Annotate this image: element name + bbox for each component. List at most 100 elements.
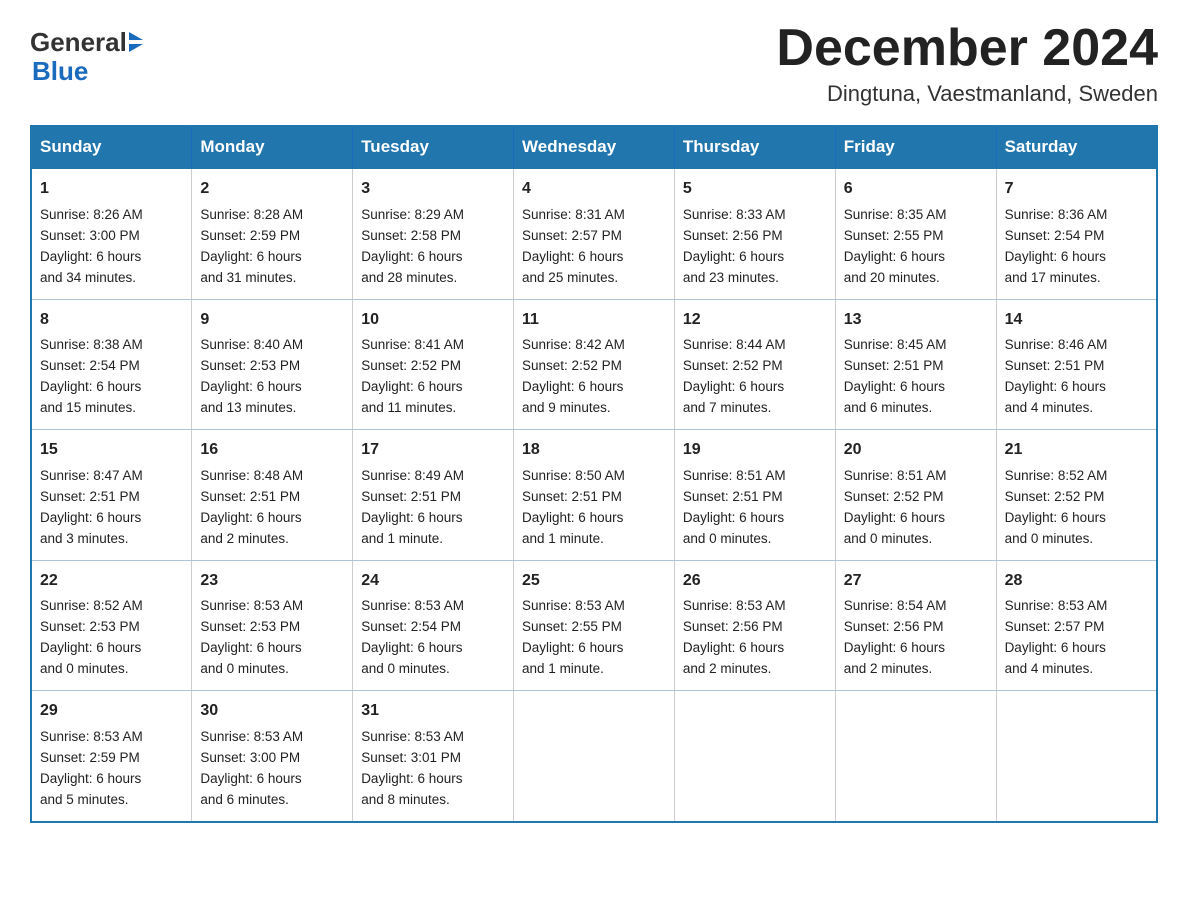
day-info: Daylight: 6 hours [522, 377, 666, 398]
day-info: Sunrise: 8:54 AM [844, 596, 988, 617]
day-info: and 31 minutes. [200, 268, 344, 289]
day-info: and 2 minutes. [844, 659, 988, 680]
day-info: Sunset: 2:55 PM [844, 226, 988, 247]
day-number: 18 [522, 438, 666, 463]
day-number: 6 [844, 177, 988, 202]
day-info: Sunset: 2:56 PM [683, 226, 827, 247]
day-info: Sunrise: 8:36 AM [1005, 205, 1148, 226]
day-info: Sunrise: 8:53 AM [1005, 596, 1148, 617]
table-row: 27Sunrise: 8:54 AMSunset: 2:56 PMDayligh… [835, 560, 996, 690]
day-info: Daylight: 6 hours [40, 247, 183, 268]
day-info: Sunset: 2:56 PM [683, 617, 827, 638]
calendar-week-row: 22Sunrise: 8:52 AMSunset: 2:53 PMDayligh… [31, 560, 1157, 690]
day-info: and 5 minutes. [40, 790, 183, 811]
day-info: Daylight: 6 hours [683, 247, 827, 268]
day-number: 7 [1005, 177, 1148, 202]
day-info: Daylight: 6 hours [40, 638, 183, 659]
day-info: and 0 minutes. [361, 659, 505, 680]
day-info: Sunset: 2:51 PM [1005, 356, 1148, 377]
day-info: and 25 minutes. [522, 268, 666, 289]
day-number: 9 [200, 308, 344, 333]
day-number: 19 [683, 438, 827, 463]
table-row: 8Sunrise: 8:38 AMSunset: 2:54 PMDaylight… [31, 299, 192, 429]
day-info: Daylight: 6 hours [361, 769, 505, 790]
month-title: December 2024 [776, 20, 1158, 77]
day-info: and 4 minutes. [1005, 398, 1148, 419]
day-info: Sunset: 2:59 PM [200, 226, 344, 247]
day-info: Daylight: 6 hours [683, 638, 827, 659]
day-info: and 34 minutes. [40, 268, 183, 289]
day-info: Sunrise: 8:31 AM [522, 205, 666, 226]
day-info: Sunset: 2:54 PM [40, 356, 183, 377]
day-info: Daylight: 6 hours [200, 638, 344, 659]
logo: General Blue [30, 28, 143, 85]
day-info: Daylight: 6 hours [361, 377, 505, 398]
table-row: 29Sunrise: 8:53 AMSunset: 2:59 PMDayligh… [31, 691, 192, 822]
day-info: Sunrise: 8:42 AM [522, 335, 666, 356]
col-friday: Friday [835, 126, 996, 168]
day-info: Sunset: 2:53 PM [200, 617, 344, 638]
day-number: 14 [1005, 308, 1148, 333]
day-info: and 20 minutes. [844, 268, 988, 289]
day-info: Sunrise: 8:50 AM [522, 466, 666, 487]
calendar-week-row: 8Sunrise: 8:38 AMSunset: 2:54 PM Daylight… [31, 299, 1157, 429]
table-row: 25Sunrise: 8:53 AMSunset: 2:55 PMDayligh… [514, 560, 675, 690]
day-info: and 0 minutes. [1005, 529, 1148, 550]
table-row: 11Sunrise: 8:42 AMSunset: 2:52 PMDayligh… [514, 299, 675, 429]
day-info: Sunset: 2:52 PM [844, 487, 988, 508]
day-number: 10 [361, 308, 505, 333]
day-info: and 3 minutes. [40, 529, 183, 550]
col-thursday: Thursday [674, 126, 835, 168]
day-info: Sunset: 2:52 PM [361, 356, 505, 377]
page-header: General Blue December 2024 Dingtuna, Vae… [30, 20, 1158, 107]
day-info: Sunrise: 8:53 AM [361, 727, 505, 748]
day-info: Sunset: 2:51 PM [683, 487, 827, 508]
day-number: 4 [522, 177, 666, 202]
day-info: Sunset: 2:56 PM [844, 617, 988, 638]
day-number: 29 [40, 699, 183, 724]
day-info: Sunrise: 8:53 AM [200, 727, 344, 748]
table-row: 10Sunrise: 8:41 AMSunset: 2:52 PMDayligh… [353, 299, 514, 429]
day-info: Daylight: 6 hours [683, 377, 827, 398]
day-info: Sunset: 2:54 PM [1005, 226, 1148, 247]
day-info: and 0 minutes. [40, 659, 183, 680]
day-info: Daylight: 6 hours [522, 638, 666, 659]
table-row: 31Sunrise: 8:53 AMSunset: 3:01 PMDayligh… [353, 691, 514, 822]
day-number: 22 [40, 569, 183, 594]
day-info: Sunrise: 8:53 AM [683, 596, 827, 617]
col-sunday: Sunday [31, 126, 192, 168]
day-info: Sunrise: 8:53 AM [200, 596, 344, 617]
col-monday: Monday [192, 126, 353, 168]
day-info: Sunrise: 8:49 AM [361, 466, 505, 487]
day-info: Daylight: 6 hours [361, 247, 505, 268]
day-number: 31 [361, 699, 505, 724]
table-row [996, 691, 1157, 822]
day-info: Daylight: 6 hours [361, 638, 505, 659]
day-info: and 23 minutes. [683, 268, 827, 289]
day-info: Sunrise: 8:41 AM [361, 335, 505, 356]
day-info: Sunrise: 8:48 AM [200, 466, 344, 487]
day-info: Daylight: 6 hours [40, 769, 183, 790]
day-info: and 13 minutes. [200, 398, 344, 419]
table-row: 18Sunrise: 8:50 AMSunset: 2:51 PMDayligh… [514, 430, 675, 560]
table-row: 1Sunrise: 8:26 AMSunset: 3:00 PMDaylight… [31, 168, 192, 299]
day-info: Sunrise: 8:38 AM [40, 335, 183, 356]
day-info: Daylight: 6 hours [1005, 377, 1148, 398]
day-info: Sunrise: 8:52 AM [40, 596, 183, 617]
day-number: 25 [522, 569, 666, 594]
day-number: 21 [1005, 438, 1148, 463]
day-number: 8 [40, 308, 183, 333]
day-info: and 0 minutes. [683, 529, 827, 550]
day-info: Daylight: 6 hours [1005, 508, 1148, 529]
day-info: Daylight: 6 hours [522, 508, 666, 529]
table-row: 24Sunrise: 8:53 AMSunset: 2:54 PMDayligh… [353, 560, 514, 690]
day-info: Sunset: 2:52 PM [683, 356, 827, 377]
day-info: Sunrise: 8:47 AM [40, 466, 183, 487]
day-info: Sunset: 3:00 PM [200, 748, 344, 769]
day-number: 17 [361, 438, 505, 463]
table-row: 6Sunrise: 8:35 AMSunset: 2:55 PMDaylight… [835, 168, 996, 299]
day-info: and 9 minutes. [522, 398, 666, 419]
day-info: Sunrise: 8:53 AM [522, 596, 666, 617]
day-info: Daylight: 6 hours [200, 769, 344, 790]
table-row: 14Sunrise: 8:46 AMSunset: 2:51 PMDayligh… [996, 299, 1157, 429]
